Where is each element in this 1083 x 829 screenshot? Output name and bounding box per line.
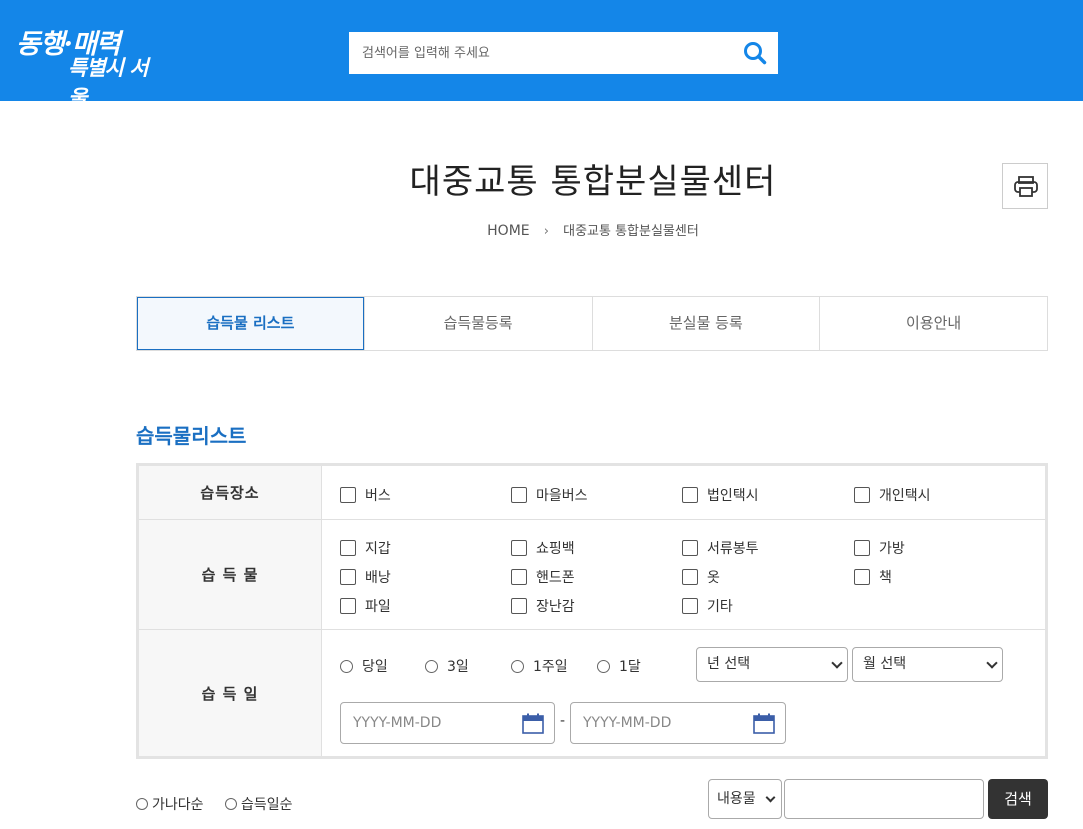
checkbox-bag[interactable]: 가방 (854, 538, 905, 558)
print-button[interactable] (1002, 163, 1048, 209)
checkbox-village-bus[interactable]: 마을버스 (511, 485, 588, 505)
item-label: 습 득 물 (139, 520, 322, 629)
breadcrumb: HOME › 대중교통 통합분실물센터 (0, 220, 1083, 239)
date-separator: - (560, 713, 566, 729)
filter-row-place: 습득장소 버스 마을버스 법인택시 개인택시 (139, 466, 1045, 520)
checkbox-wallet[interactable]: 지갑 (340, 538, 391, 558)
month-select[interactable]: 월 선택 (852, 647, 1003, 682)
end-date-field[interactable]: YYYY-MM-DD (570, 702, 786, 744)
breadcrumb-home[interactable]: HOME (487, 223, 529, 239)
top-header: 동행·매력 특별시 서울 (0, 0, 1083, 110)
radio-1week[interactable]: 1주일 (511, 656, 568, 676)
tab-bar: 습득물 리스트 습득물등록 분실물 등록 이용안내 (136, 296, 1048, 351)
chevron-down-icon (986, 657, 998, 669)
place-label: 습득장소 (139, 466, 322, 519)
breadcrumb-current: 대중교통 통합분실물센터 (563, 224, 699, 239)
search-field-select[interactable]: 내용물 (708, 779, 782, 819)
sort-date[interactable]: 습득일순 (225, 794, 293, 814)
checkbox-clothes[interactable]: 옷 (682, 567, 720, 587)
radio-1month[interactable]: 1달 (597, 656, 641, 676)
seoul-logo[interactable]: 동행·매력 특별시 서울 (14, 22, 154, 110)
start-date-field[interactable]: YYYY-MM-DD (340, 702, 555, 744)
checkbox-phone[interactable]: 핸드폰 (511, 567, 575, 587)
search-icon[interactable] (742, 40, 768, 66)
chevron-down-icon (831, 657, 843, 669)
printer-icon (1014, 176, 1038, 197)
tab-guide[interactable]: 이용안내 (819, 297, 1047, 350)
tab-lost-register[interactable]: 분실물 등록 (591, 297, 820, 350)
checkbox-backpack[interactable]: 배낭 (340, 567, 391, 587)
checkbox-shopping-bag[interactable]: 쇼핑백 (511, 538, 575, 558)
section-title: 습득물리스트 (136, 424, 247, 448)
checkbox-corporate-taxi[interactable]: 법인택시 (682, 485, 759, 505)
radio-3days[interactable]: 3일 (425, 656, 469, 676)
checkbox-toy[interactable]: 장난감 (511, 596, 575, 616)
checkbox-private-taxi[interactable]: 개인택시 (854, 485, 931, 505)
tab-found-list[interactable]: 습득물 리스트 (137, 297, 364, 350)
checkbox-etc[interactable]: 기타 (682, 596, 733, 616)
logo-line2: 특별시 서울 (68, 55, 149, 110)
date-label: 습 득 일 (139, 630, 322, 756)
checkbox-bus[interactable]: 버스 (340, 485, 391, 505)
filter-row-date: 습 득 일 당일 3일 1주일 1달 년 선택 월 선택 YYYY-MM-DD … (139, 630, 1045, 756)
checkbox-book[interactable]: 책 (854, 567, 892, 587)
checkbox-document-envelope[interactable]: 서류봉투 (682, 538, 759, 558)
checkbox-file[interactable]: 파일 (340, 596, 391, 616)
search-input[interactable] (349, 32, 729, 74)
calendar-icon[interactable] (753, 713, 775, 734)
page-title: 대중교통 통합분실물센터 (409, 162, 777, 202)
keyword-input[interactable] (784, 779, 984, 819)
search-button[interactable]: 검색 (988, 779, 1048, 819)
filter-table: 습득장소 버스 마을버스 법인택시 개인택시 습 득 물 지갑 쇼핑백 서류봉투… (136, 463, 1048, 759)
filter-row-item: 습 득 물 지갑 쇼핑백 서류봉투 가방 배낭 핸드폰 옷 책 파일 장난감 기… (139, 520, 1045, 630)
chevron-right-icon: › (543, 224, 549, 239)
tab-found-register[interactable]: 습득물등록 (363, 297, 592, 350)
header-search (349, 32, 778, 74)
year-select[interactable]: 년 선택 (696, 647, 848, 682)
radio-today[interactable]: 당일 (340, 656, 388, 676)
sort-alphabetical[interactable]: 가나다순 (136, 794, 204, 814)
calendar-icon[interactable] (522, 713, 544, 734)
chevron-down-icon (765, 792, 776, 803)
